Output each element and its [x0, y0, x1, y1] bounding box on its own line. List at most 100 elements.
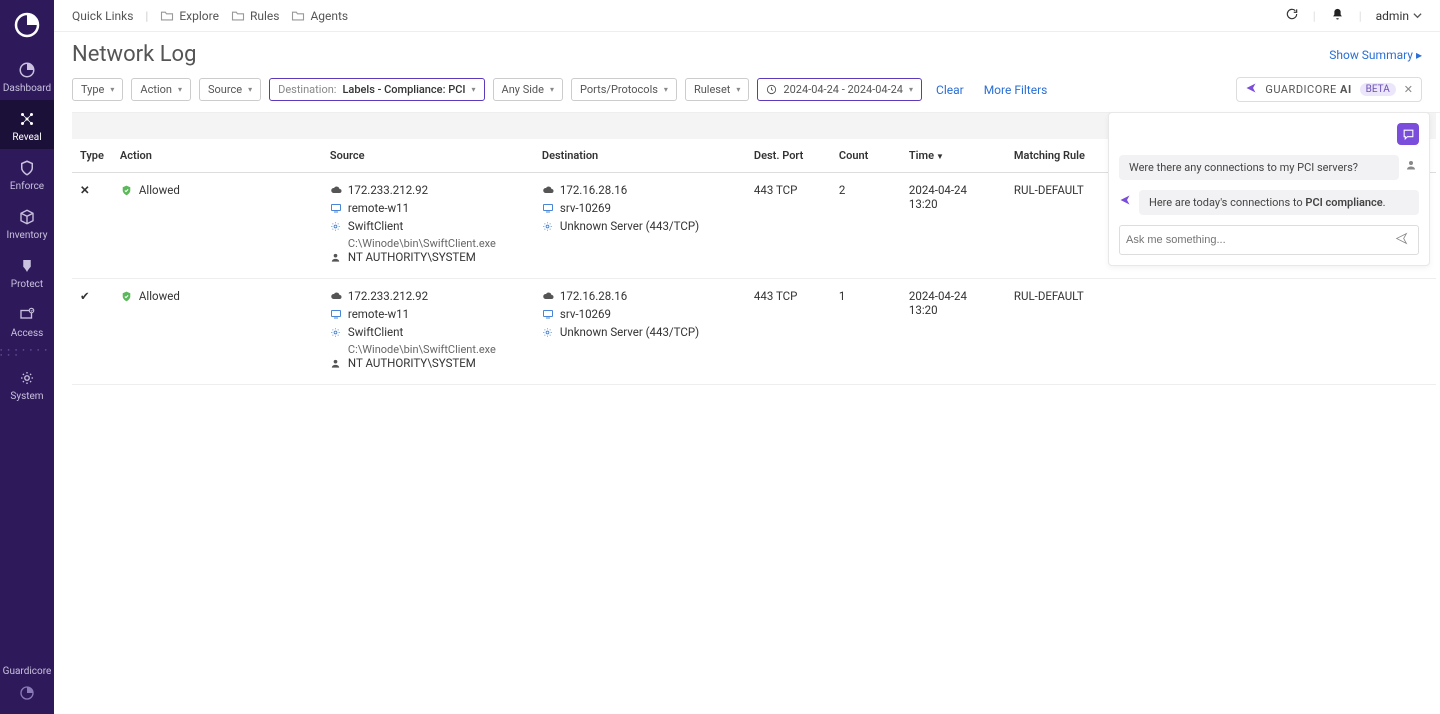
user-menu[interactable]: admin	[1376, 9, 1422, 23]
filter-any-side[interactable]: Any Side▾	[493, 78, 563, 101]
check-icon: ✔	[80, 289, 90, 303]
ai-bar[interactable]: GUARDICORE AI BETA ✕	[1236, 77, 1422, 102]
row-dest-port: 443 TCP	[746, 173, 831, 279]
cloud-icon	[330, 290, 342, 302]
sidebar-item-dashboard[interactable]: Dashboard	[0, 51, 54, 100]
row-destination: 172.16.28.16srv-10269Unknown Server (443…	[534, 279, 746, 385]
row-dest-port: 443 TCP	[746, 279, 831, 385]
folder-icon	[291, 10, 305, 21]
sidebar-item-enforce[interactable]: Enforce	[0, 149, 54, 198]
divider: |	[1359, 9, 1362, 23]
divider: |	[1313, 9, 1316, 23]
chat-feedback-button[interactable]	[1397, 123, 1419, 145]
gear-icon	[542, 220, 554, 232]
bell-icon[interactable]	[1330, 7, 1345, 25]
chat-user-message: Were there any connections to my PCI ser…	[1119, 155, 1419, 180]
sidebar-label: Reveal	[0, 132, 54, 143]
send-icon	[1119, 194, 1133, 208]
filter-ruleset[interactable]: Ruleset▾	[685, 78, 749, 101]
cloud-icon	[542, 290, 554, 302]
col-count[interactable]: Count	[831, 139, 901, 173]
filter-bar: Type▾ Action▾ Source▾ Destination: Label…	[54, 71, 1440, 112]
clear-filters-button[interactable]: Clear	[930, 83, 970, 97]
chevron-down-icon: ▾	[550, 85, 554, 94]
chevron-right-icon: ▸	[1416, 48, 1422, 62]
col-dest-port[interactable]: Dest. Port	[746, 139, 831, 173]
chat-send-button[interactable]	[1391, 230, 1412, 250]
filter-type[interactable]: Type▾	[72, 78, 123, 101]
chevron-down-icon	[1413, 11, 1422, 20]
col-source[interactable]: Source	[322, 139, 534, 173]
process-path: C:\Winode\bin\SwiftClient.exe	[330, 343, 526, 356]
top-link-rules[interactable]: Rules	[231, 9, 279, 23]
folder-icon	[231, 10, 245, 21]
chat-bubble: Here are today's connections to PCI comp…	[1139, 190, 1419, 215]
clock-icon	[766, 84, 777, 95]
filter-action[interactable]: Action▾	[131, 78, 191, 101]
gear-icon	[542, 326, 554, 338]
col-type[interactable]: Type	[72, 139, 112, 173]
quick-links-label: Quick Links	[72, 9, 133, 23]
sidebar-footer: Guardicore	[0, 666, 54, 706]
col-action[interactable]: Action	[112, 139, 322, 173]
row-action: Allowed	[112, 279, 322, 385]
top-link-agents[interactable]: Agents	[291, 9, 348, 23]
more-filters-button[interactable]: More Filters	[978, 83, 1054, 97]
divider: |	[145, 9, 148, 23]
chat-ai-message: Here are today's connections to PCI comp…	[1119, 190, 1419, 215]
refresh-icon[interactable]	[1285, 7, 1299, 24]
sidebar-item-inventory[interactable]: Inventory	[0, 198, 54, 247]
row-count: 1	[831, 279, 901, 385]
chevron-down-icon: ▾	[472, 85, 476, 94]
col-time[interactable]: Time▼	[901, 139, 1006, 173]
chat-input-wrap	[1119, 225, 1419, 255]
cloud-icon	[330, 184, 342, 196]
row-time: 2024-04-2413:20	[901, 173, 1006, 279]
col-destination[interactable]: Destination	[534, 139, 746, 173]
sidebar-item-access[interactable]: Access	[0, 296, 54, 345]
page-title: Network Log	[72, 42, 196, 67]
gear-icon	[330, 326, 342, 338]
shield-allowed-icon	[120, 184, 133, 197]
sidebar-divider: ● ● ● ● ● ● ● ● ● ●	[0, 345, 54, 359]
chevron-down-icon: ▾	[909, 85, 913, 94]
close-icon[interactable]: ✕	[1404, 83, 1413, 96]
sidebar-label: Access	[0, 328, 54, 339]
top-link-explore[interactable]: Explore	[160, 9, 219, 23]
row-action: Allowed	[112, 173, 322, 279]
row-destination: 172.16.28.16srv-10269Unknown Server (443…	[534, 173, 746, 279]
row-source: 172.233.212.92remote-w11SwiftClientC:\Wi…	[322, 279, 534, 385]
filter-destination[interactable]: Destination: Labels - Compliance: PCI ▾	[269, 78, 484, 101]
row-source: 172.233.212.92remote-w11SwiftClientC:\Wi…	[322, 173, 534, 279]
sidebar-item-reveal[interactable]: Reveal	[0, 100, 54, 149]
send-icon	[1245, 82, 1257, 97]
beta-badge: BETA	[1360, 83, 1396, 96]
filter-source[interactable]: Source▾	[199, 78, 261, 101]
sidebar-item-system[interactable]: System	[0, 359, 54, 408]
row-rule: RUL-DEFAULT	[1006, 279, 1436, 385]
chat-bubble: Were there any connections to my PCI ser…	[1119, 155, 1399, 180]
gear-icon	[330, 220, 342, 232]
sidebar-item-protect[interactable]: Protect	[0, 247, 54, 296]
sidebar-label: System	[0, 391, 54, 402]
topbar: Quick Links | Explore Rules Agents |	[54, 0, 1440, 32]
monitor-icon	[330, 308, 342, 320]
brand-logo-icon	[12, 10, 42, 43]
chat-input[interactable]	[1126, 234, 1391, 246]
brand-name: Guardicore	[0, 666, 54, 677]
chevron-down-icon: ▾	[664, 85, 668, 94]
monitor-icon	[330, 202, 342, 214]
shield-allowed-icon	[120, 290, 133, 303]
folder-icon	[160, 10, 174, 21]
show-summary-button[interactable]: Show Summary ▸	[1329, 48, 1422, 62]
cloud-icon	[542, 184, 554, 196]
filter-date-range[interactable]: 2024-04-24 - 2024-04-24 ▾	[757, 78, 922, 101]
table-row[interactable]: ✔ Allowed172.233.212.92remote-w11SwiftCli…	[72, 279, 1436, 385]
sort-desc-icon: ▼	[936, 152, 944, 161]
ai-brand-label: GUARDICORE AI	[1265, 83, 1351, 96]
page-header: Network Log Show Summary ▸	[54, 32, 1440, 71]
user-icon	[330, 251, 342, 263]
row-count: 2	[831, 173, 901, 279]
filter-ports[interactable]: Ports/Protocols▾	[571, 78, 677, 101]
sidebar-label: Enforce	[0, 181, 54, 192]
